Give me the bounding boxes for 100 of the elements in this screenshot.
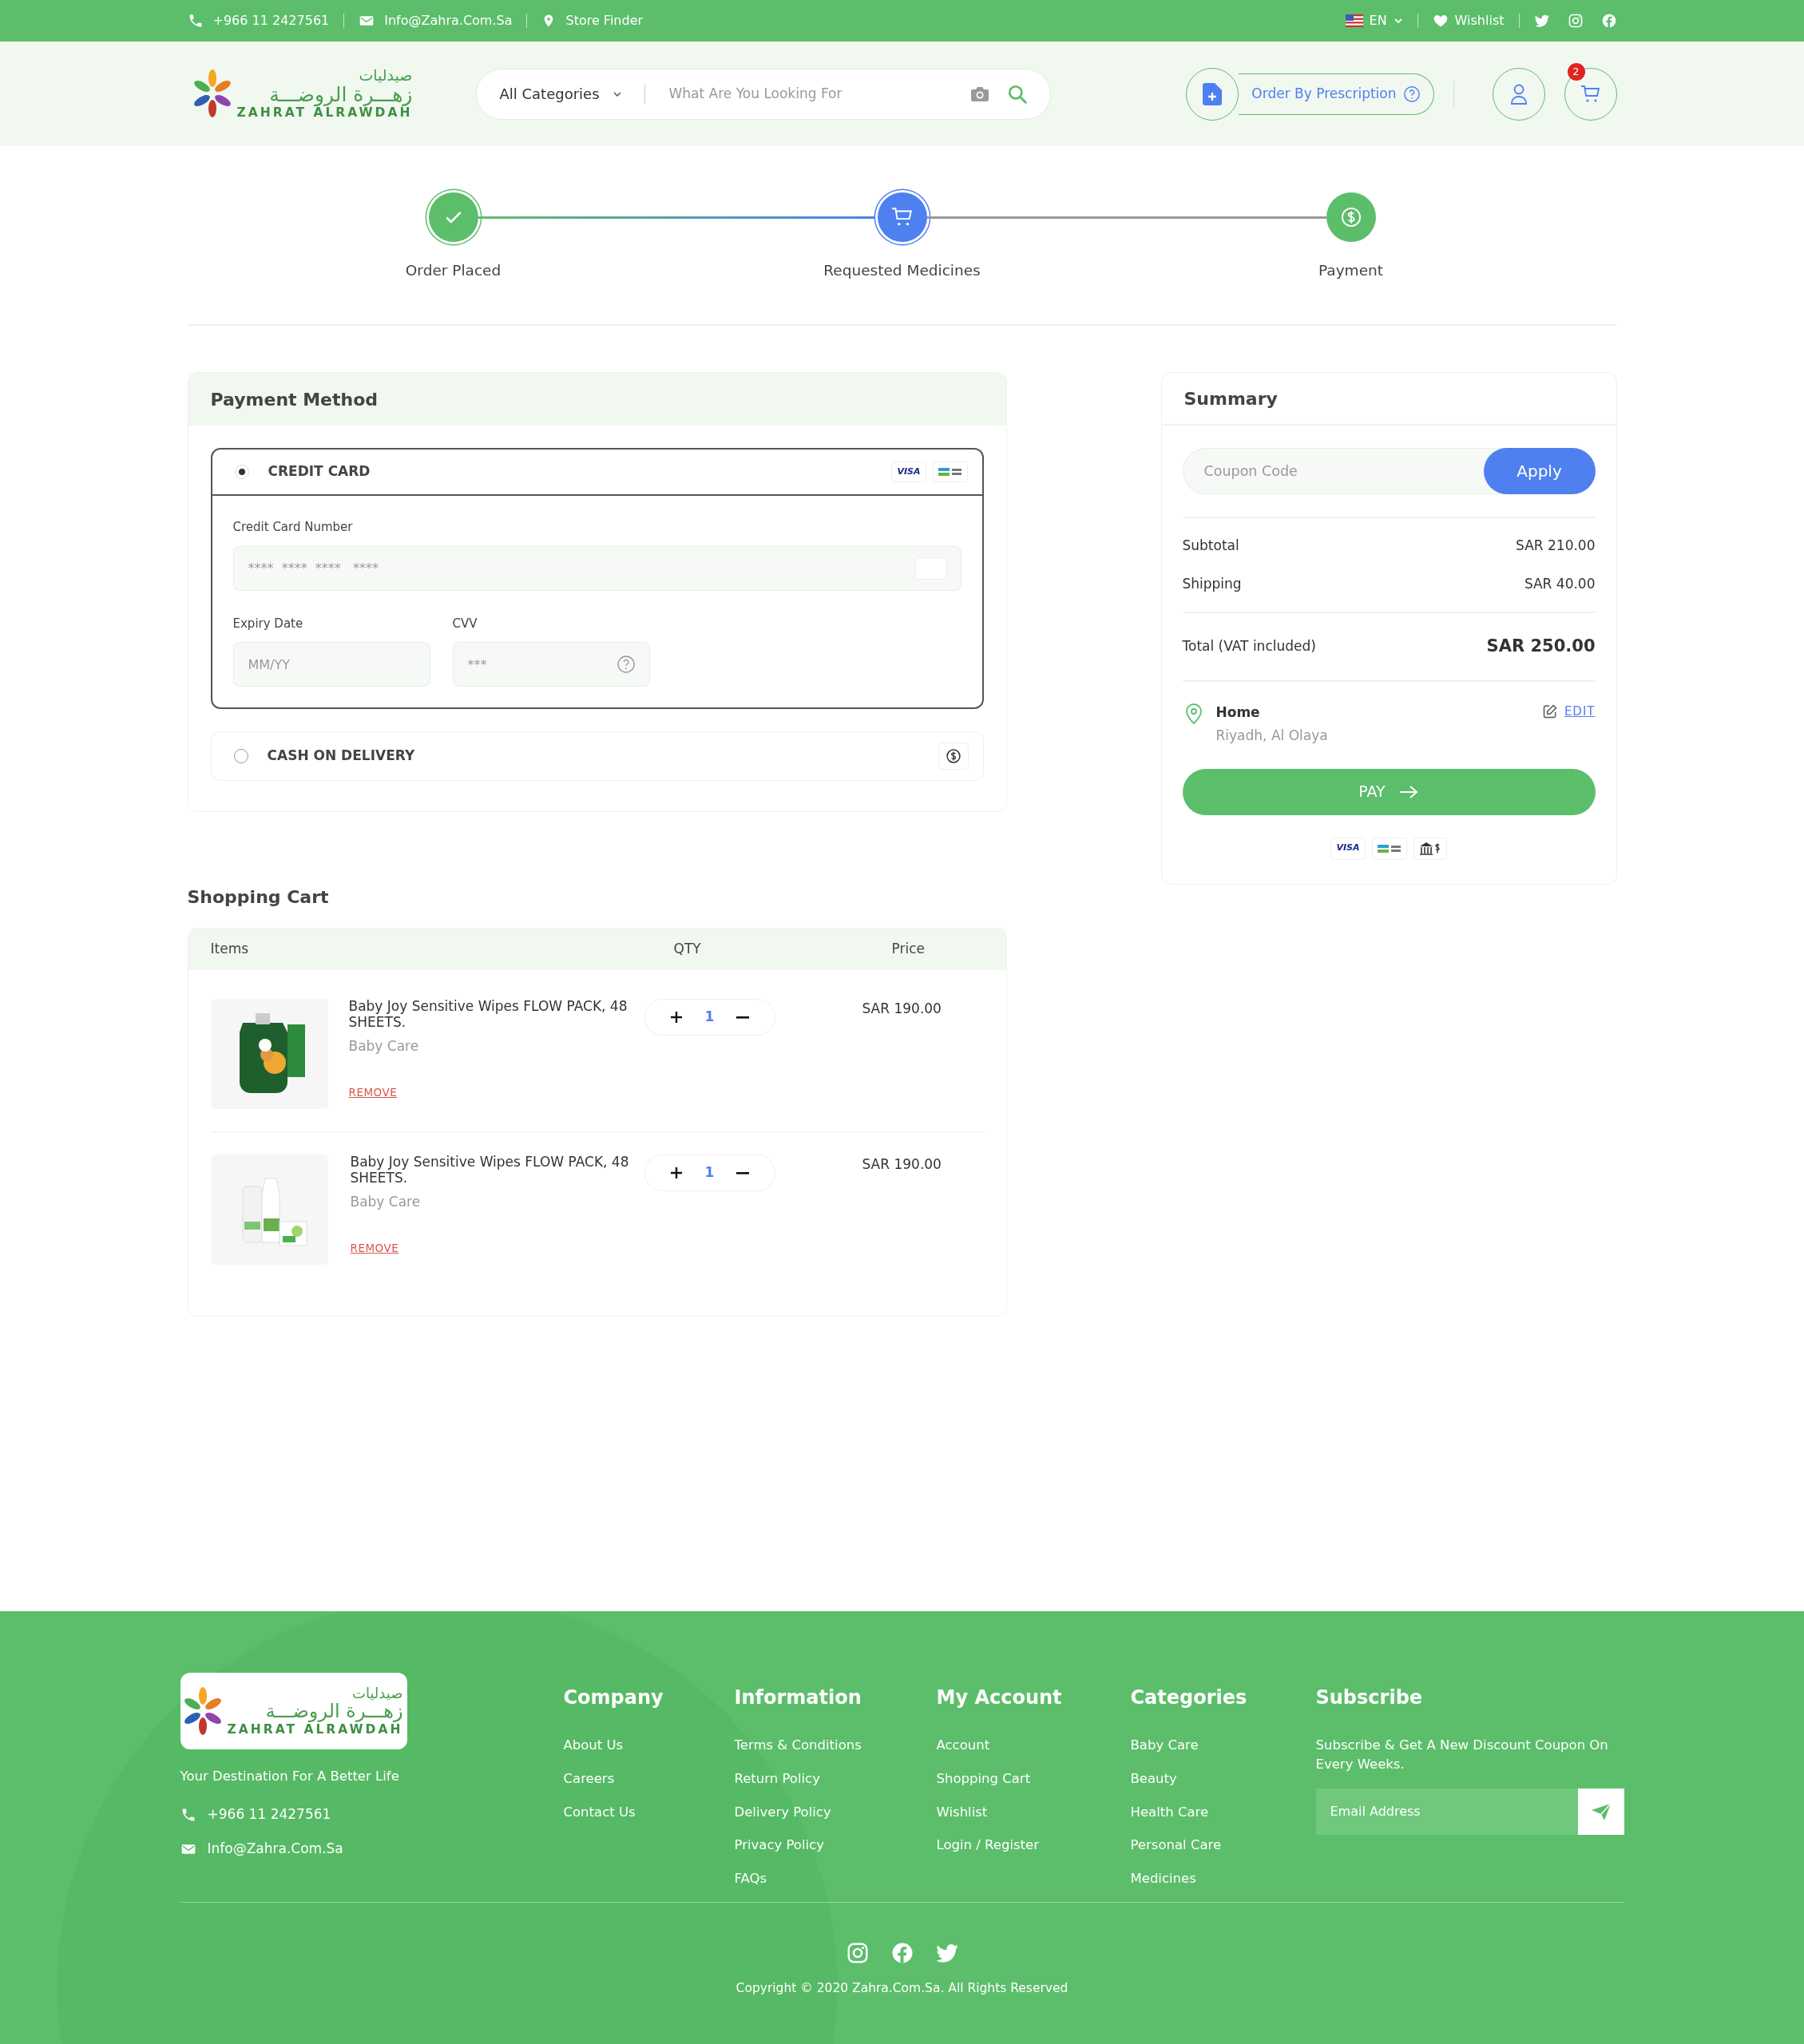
dollar-circle-icon [945,748,961,764]
footer-link[interactable]: Contact Us [563,1802,735,1823]
coupon-code-field[interactable]: Coupon Code [1182,448,1508,494]
footer-heading: Subscribe [1315,1686,1424,1710]
field-label: CVV [452,615,478,632]
field-label: Credit Card Number [232,519,354,536]
footer-link[interactable]: Health Care [1130,1802,1316,1823]
copyright-text: Copyright © 2020 Zahra.Com.Sa. All Rights Reserved [735,1980,1069,1997]
heart-icon [1432,13,1449,29]
product-price: SAR 190.00 [862,1155,942,1174]
edit-icon [1541,703,1558,719]
option-label: CASH ON DELIVERY [267,747,415,766]
instagram-icon[interactable] [1567,13,1584,29]
footer-link[interactable]: Account [936,1736,1131,1756]
card-logo: VISA [1330,837,1366,860]
logo-flower-icon [184,1686,221,1736]
logo-arabic-name: زهـــرة الروضـــة [265,1701,403,1722]
footer-link[interactable]: FAQs [734,1869,937,1889]
remove-link[interactable]: REMOVE [348,1083,398,1100]
section-title: Shopping Cart [187,886,330,909]
radio-button[interactable] [233,749,248,763]
minus-icon [735,1171,749,1175]
striped-card-icon [1377,843,1402,854]
striped-card-icon [938,467,962,477]
logo-arabic-text: صيدليات [351,1685,403,1701]
arrow-right-icon [1398,783,1419,800]
dollar-circle-icon [1339,206,1362,228]
cart-icon [890,207,914,228]
email-address: Info@Zahra.Com.Sa [384,12,513,30]
phone-number: +966 11 2427561 [212,12,330,30]
phone-number: +966 11 2427561 [207,1804,331,1824]
footer-link[interactable]: Terms & Conditions [734,1736,937,1756]
cvv-field[interactable]: *** [452,642,650,687]
footer-link[interactable]: Beauty [1130,1769,1316,1789]
footer-link[interactable]: Delivery Policy [734,1802,937,1823]
search-field[interactable]: What Are You Looking For [667,82,971,105]
total-label: Total (VAT included) [1182,637,1316,656]
footer-link[interactable]: Careers [563,1769,735,1789]
user-icon [1509,83,1528,105]
option-label: CREDIT CARD [268,462,371,481]
column-header: Items [210,940,250,959]
product-name: Baby Joy Sensitive Wipes FLOW PACK, 48 SHEETS. [350,1155,630,1186]
pay-button[interactable]: PAY [1182,768,1596,815]
document-plus-icon [1203,82,1223,105]
footer-link[interactable]: Wishlist [936,1802,1131,1823]
store-finder-link[interactable]: Store Finder [565,11,644,30]
wishlist-link[interactable]: Wishlist [1432,11,1505,30]
footer-link[interactable]: Personal Care [1130,1836,1316,1856]
product-price: SAR 190.00 [862,1000,942,1018]
category-dropdown[interactable]: All Categories [499,83,622,105]
logo-arabic-text: صيدليات [359,67,413,84]
card-number-field[interactable]: **** **** **** **** [232,545,961,591]
step-label: Requested Medicines [823,261,981,280]
us-flag-icon [1345,14,1363,27]
logo-arabic-name: زهـــرة الروضـــة [269,83,413,106]
logo-name: ZAHRAT ALRAWDAH [227,1721,403,1737]
search-icon[interactable] [1007,83,1029,105]
minus-icon [735,1016,749,1019]
footer-link[interactable]: Return Policy [734,1769,937,1789]
footer-link[interactable]: Shopping Cart [936,1769,1131,1789]
cart-icon [1580,84,1601,104]
camera-icon[interactable] [970,85,990,103]
total-value: SAR 250.00 [1486,636,1596,657]
remove-link[interactable]: REMOVE [350,1239,399,1256]
footer-heading: Company [563,1686,664,1710]
help-icon[interactable] [616,655,636,674]
address-name: Home [1215,703,1261,722]
footer-link[interactable]: Medicines [1130,1869,1316,1889]
product-category: Baby Care [350,1193,422,1212]
product-category: Baby Care [348,1037,420,1056]
twitter-bird-icon[interactable] [1533,13,1550,29]
logo-name: ZAHRAT ALRAWDAH [236,105,413,121]
send-button[interactable] [1577,1788,1624,1835]
plus-icon [668,1166,684,1181]
plus-icon [668,1010,684,1025]
location-pin-icon [1184,702,1203,725]
email-field[interactable]: Email Address [1315,1788,1578,1835]
section-title: Summary [1161,373,1616,426]
footer-link[interactable]: Login / Register [936,1836,1131,1856]
footer-link[interactable]: About Us [563,1736,735,1756]
subscribe-text: Subscribe & Get A New Discount Coupon On Every Weeks. [1315,1737,1609,1773]
step-label: Order Placed [405,261,502,280]
language-selector[interactable]: EN [1345,11,1403,30]
email-address: Info@Zahra.Com.Sa [207,1840,343,1859]
footer-link[interactable]: Privacy Policy [734,1836,937,1856]
footer-heading: Categories [1130,1686,1248,1710]
summary-value: SAR 40.00 [1524,574,1596,593]
help-icon [1402,85,1421,103]
section-title: Payment Method [188,373,1006,426]
summary-label: Subtotal [1182,537,1239,555]
card-logo: VISA [891,461,926,482]
edit-link[interactable]: EDIT [1564,702,1596,720]
footer-tagline: Your Destination For A Better Life [180,1768,400,1785]
expiry-date-field[interactable]: MM/YY [232,642,430,687]
quantity-value: 1 [704,1163,715,1182]
facebook-icon[interactable] [1600,13,1617,29]
chevron-down-icon [1393,16,1403,26]
footer-link[interactable]: Baby Care [1130,1736,1316,1756]
footer-heading: My Account [936,1686,1063,1710]
summary-label: Shipping [1182,574,1242,593]
